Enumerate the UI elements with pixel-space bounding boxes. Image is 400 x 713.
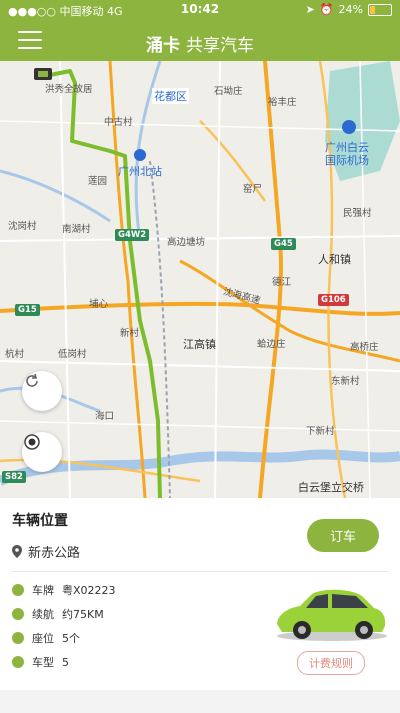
battery-percent: 24% (338, 3, 363, 16)
label-diqi: 低岗村 (58, 349, 87, 360)
label-yaokou: 窑尸 (243, 184, 263, 195)
location-arrow-icon: ➤ (305, 3, 315, 16)
label-dongxin: 东新村 (331, 376, 360, 387)
status-bar: ●●●○○ 中国移动 4G 10:42 ➤ ⏰ 24% (0, 0, 400, 20)
locate-icon (24, 434, 40, 450)
range-icon (12, 608, 24, 620)
label-baiyun-airport: 广州白云 国际机场 (325, 141, 369, 167)
seats-value: 5个 (62, 632, 80, 645)
label-lianhe: 莲园 (88, 176, 108, 187)
info-seats: 座位 5个 (12, 630, 80, 646)
car-type-icon (12, 656, 24, 668)
panel-title: 车辆位置 (12, 513, 68, 529)
shield-s82: S82 (2, 471, 26, 483)
label-xianhe: 新村 (120, 328, 140, 339)
app-title: 涌卡 共享汽车 (0, 31, 400, 56)
seats-icon (12, 632, 24, 644)
shield-g45: G45 (271, 238, 296, 250)
label-shiling: 石坳庄 (214, 86, 243, 97)
locate-button[interactable] (22, 432, 62, 472)
status-icons: ➤ ⏰ 24% (306, 3, 392, 16)
pricing-rules-button[interactable]: 计费规则 (297, 651, 365, 675)
label-gaobian: 高边塘坊 (167, 237, 206, 248)
label-ganhe: 杭村 (5, 349, 25, 360)
nav-bar: 涌卡 共享汽车 (0, 20, 400, 61)
info-type: 车型 5 (12, 654, 69, 670)
plate-label: 车牌 (32, 584, 54, 597)
app-title-text: 共享汽车 (186, 36, 254, 56)
order-button[interactable]: 订车 (307, 519, 379, 552)
label-baiyun-castle: 白云堡立交桥 (298, 481, 364, 494)
type-value: 5 (62, 655, 69, 669)
alarm-icon: ⏰ (319, 3, 334, 16)
refresh-icon (26, 373, 38, 387)
location-pin-icon (12, 545, 22, 558)
location-text: 新赤公路 (28, 546, 81, 561)
label-dejiang: 德江 (272, 277, 292, 288)
car-marker-icon (34, 68, 52, 80)
refresh-button[interactable] (22, 371, 62, 411)
shield-g4w2: G4W2 (115, 229, 150, 241)
label-shengang: 沈岗村 (8, 221, 37, 232)
label-renhe: 人和镇 (318, 253, 351, 266)
label-gaoqiao: 高桥庄 (350, 342, 379, 353)
label-zhonggu: 中古村 (104, 117, 133, 128)
vehicle-location: 新赤公路 (12, 542, 80, 561)
label-hongxiu: 洪秀全故居 (45, 84, 93, 95)
map-view[interactable]: 洪秀全故居 花都区 广州北站 广州白云 国际机场 江高镇 人和镇 白云堡立交桥 … (0, 61, 400, 498)
range-label: 续航 (32, 608, 54, 621)
label-nanhu: 南湖村 (62, 224, 91, 235)
bottom-dots (0, 690, 400, 713)
info-range: 续航 约75KM (12, 606, 104, 622)
label-huadu: 花都区 (152, 88, 189, 104)
label-yexin: 埔心 (89, 299, 109, 310)
plate-value: 粤X02223 (62, 584, 116, 597)
label-xiaci: 下新村 (306, 426, 335, 437)
info-plate: 车牌 粤X02223 (12, 582, 116, 598)
label-guangzhou-north: 广州北站 (118, 165, 162, 178)
shield-g15: G15 (15, 304, 40, 316)
label-yushou: 裕丰庄 (268, 97, 297, 108)
range-value: 约75KM (62, 608, 104, 621)
panel-divider (12, 571, 388, 572)
shield-g106: G106 (318, 294, 349, 306)
label-lingtou: 蛤边庄 (257, 339, 286, 350)
label-jianggao: 江高镇 (183, 338, 216, 351)
plate-icon (12, 584, 24, 596)
type-label: 车型 (32, 656, 54, 669)
app-logo-text: 涌卡 (146, 36, 180, 56)
label-hainan: 海口 (95, 411, 115, 422)
label-mincun: 民强村 (343, 208, 372, 219)
map-canvas (0, 61, 400, 498)
battery-icon (368, 3, 392, 16)
car-image (277, 589, 387, 641)
seats-label: 座位 (32, 632, 54, 645)
